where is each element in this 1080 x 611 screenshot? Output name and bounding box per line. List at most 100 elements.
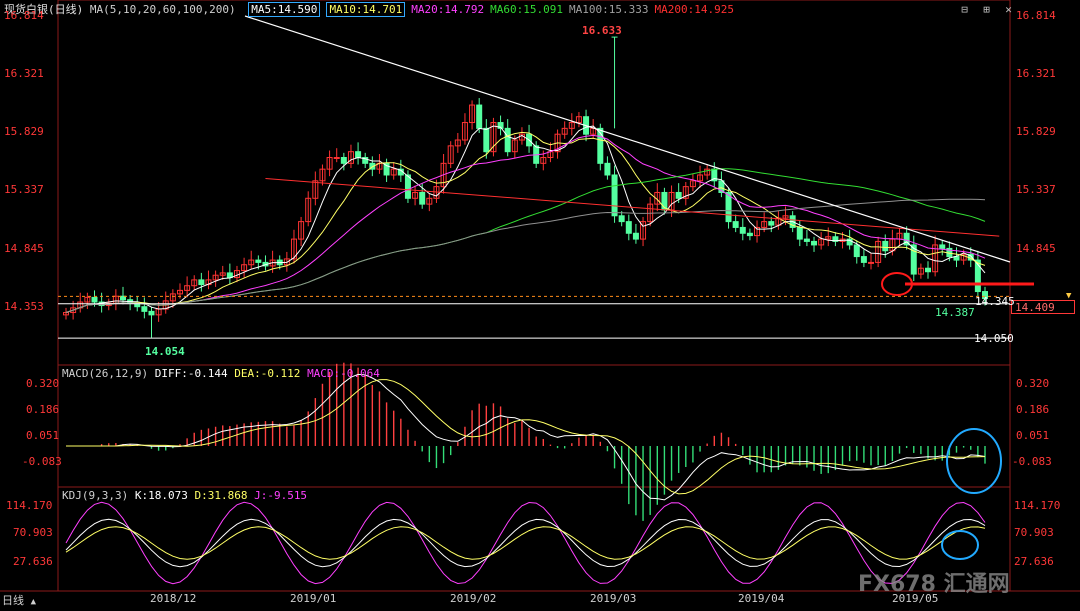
kdj-tick-left: 27.636 (13, 555, 53, 568)
macd-dea-line (66, 379, 986, 495)
price-tick-left: 16.321 (4, 67, 44, 80)
candle-body (860, 256, 867, 263)
candle-body (476, 104, 483, 129)
price-panel-frame (57, 0, 1011, 366)
price-tick-left: 14.353 (4, 300, 44, 313)
candle-body (91, 296, 98, 303)
candle-body (868, 261, 875, 264)
macd-tick-left: 0.186 (26, 403, 60, 416)
ma-value-1: MA10:14.701 (326, 2, 406, 17)
macd-tick-left: 0.051 (26, 429, 60, 442)
kdj-tick-right: 114.170 (1014, 499, 1061, 512)
ma-value-0: MA5:14.590 (248, 2, 321, 17)
macd-title-bar: MACD(26,12,9) DIFF:-0.144 DEA:-0.112 MAC… (62, 367, 380, 381)
period-selector[interactable]: 日线 ▲ (2, 592, 36, 608)
candle-body (604, 162, 611, 176)
kdj-title-bar: KDJ(9,3,3) K:18.073 D:31.868 J:-9.515 (62, 489, 307, 503)
candle-body (746, 232, 753, 237)
candle-body (853, 244, 860, 258)
blue-circle-kdj (941, 530, 979, 560)
x-tick-label: 2018/12 (150, 592, 197, 605)
ma200-line (265, 177, 1000, 237)
macd-tick-left: 0.320 (26, 377, 60, 390)
macd-diff: DIFF:-0.144 (154, 367, 228, 380)
price-tick-left: 15.829 (4, 125, 44, 138)
candle-body (632, 232, 639, 240)
candle-body (148, 310, 155, 316)
watermark-logo: FX678 汇通网 (858, 566, 1010, 598)
candle-body (925, 267, 932, 273)
candle-body (255, 259, 262, 263)
candle-body (404, 174, 411, 199)
blue-circle-macd (946, 428, 1002, 494)
kdj-tick-right: 27.636 (1014, 555, 1054, 568)
period-dropdown-icon: ▲ (30, 597, 37, 607)
candle-body (811, 240, 818, 246)
candle-body (732, 221, 739, 228)
price-tick-right: 14.845 (1016, 242, 1056, 255)
kdj-k-line (65, 518, 986, 568)
kdj-tick-left: 114.170 (6, 499, 53, 512)
price-tick-left: 14.845 (4, 242, 44, 255)
kdj-j: J:-9.515 (254, 489, 308, 502)
ma-values: MA5:14.590 MA10:14.701 MA20:14.792 MA60:15.… (242, 2, 734, 17)
high-price-label: 16.633 (582, 24, 622, 37)
kdj-j-line (65, 501, 986, 585)
ma-settings-label[interactable]: MA(5,10,20,60,100,200) (90, 3, 236, 16)
macd-tick-right: 0.051 (1016, 429, 1050, 442)
minimize-button[interactable]: ⊟ (958, 3, 971, 16)
candle-body (739, 226, 746, 234)
window-controls: ⊟ ⊞ ✕ (958, 3, 1018, 17)
ma-value-4: MA100:15.333 (569, 3, 649, 16)
candle-body (803, 238, 810, 242)
x-tick-label: 2019/02 (450, 592, 497, 605)
chart-title-bar: 现货白银(日线) MA(5,10,20,60,100,200) MA5:14.5… (4, 2, 734, 17)
candle-body (340, 157, 347, 164)
ma-value-3: MA60:15.091 (490, 3, 564, 16)
kdj-tick-right: 70.903 (1014, 526, 1054, 539)
period-label: 日线 (2, 594, 24, 607)
ma100-line (65, 198, 986, 313)
kdj-d: D:31.868 (194, 489, 248, 502)
support-level-label: 14.050 (974, 332, 1014, 345)
candle-body (504, 127, 511, 153)
candle-body (882, 240, 889, 252)
current-price-tag: 14.409 (1011, 300, 1075, 314)
candle-body (796, 226, 803, 240)
macd-value: MACD:-0.064 (307, 367, 380, 380)
candle-body (611, 174, 618, 217)
macd-tick-right: 0.186 (1016, 403, 1050, 416)
candle-body (618, 215, 625, 223)
candle-body (625, 221, 632, 234)
price-tick-right: 15.829 (1016, 125, 1056, 138)
price-tick-right: 16.321 (1016, 67, 1056, 80)
maximize-button[interactable]: ⊞ (980, 3, 993, 16)
candle-body (141, 306, 148, 312)
candle-body (333, 157, 340, 160)
macd-diff-line (66, 373, 986, 501)
current-price-arrow-icon: ▼ (1066, 291, 1072, 301)
candle-body (483, 127, 490, 153)
x-tick-label: 2019/03 (590, 592, 637, 605)
kdj-k: K:18.073 (134, 489, 188, 502)
x-tick-label: 2019/01 (290, 592, 337, 605)
current-price: 14.409 (1015, 301, 1055, 314)
ma-value-5: MA200:14.925 (654, 3, 734, 16)
candle-body (768, 221, 775, 226)
candle-body (419, 191, 426, 205)
candle-body (355, 151, 362, 159)
macd-tick-right: 0.320 (1016, 377, 1050, 390)
macd-tick-left: -0.083 (22, 455, 62, 468)
watermark-text: FX678 汇通网 (858, 572, 1010, 597)
low-price-label: 14.054 (145, 345, 185, 358)
support-zone-label: 14.345 (975, 295, 1015, 308)
price-tick-right: 16.814 (1016, 9, 1056, 22)
kdj-tick-left: 70.903 (13, 526, 53, 539)
kdj-label[interactable]: KDJ(9,3,3) (62, 489, 128, 502)
last-low-label: 14.387 (935, 306, 975, 319)
macd-tick-right: -0.083 (1012, 455, 1052, 468)
macd-label[interactable]: MACD(26,12,9) (62, 367, 148, 380)
ma-value-2: MA20:14.792 (411, 3, 485, 16)
candle-body (939, 244, 946, 249)
close-button[interactable]: ✕ (1002, 3, 1015, 16)
